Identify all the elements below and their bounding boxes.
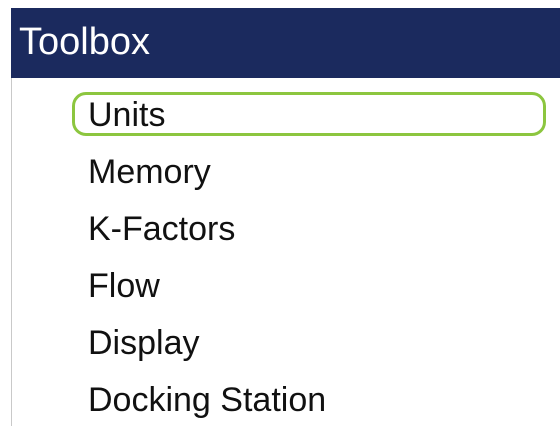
toolbox-header: Toolbox bbox=[11, 8, 560, 78]
menu-item-display[interactable]: Display bbox=[72, 320, 546, 364]
menu-item-label: Units bbox=[88, 96, 166, 134]
menu-item-k-factors[interactable]: K-Factors bbox=[72, 206, 546, 250]
menu-item-flow[interactable]: Flow bbox=[72, 263, 546, 307]
toolbox-title: Toolbox bbox=[19, 21, 150, 63]
menu-item-label: Display bbox=[88, 324, 200, 362]
menu-item-label: K-Factors bbox=[88, 210, 236, 248]
menu-item-units[interactable]: Units bbox=[72, 92, 546, 136]
menu-item-docking-station[interactable]: Docking Station bbox=[72, 377, 546, 421]
toolbox-screen: Toolbox Units Memory K-Factors Flow Disp… bbox=[0, 0, 560, 426]
menu-item-memory[interactable]: Memory bbox=[72, 149, 546, 193]
menu-item-label: Flow bbox=[88, 267, 160, 305]
menu-item-label: Memory bbox=[88, 153, 211, 191]
menu-item-label: Docking Station bbox=[88, 381, 327, 419]
panel-left-border bbox=[11, 78, 12, 426]
